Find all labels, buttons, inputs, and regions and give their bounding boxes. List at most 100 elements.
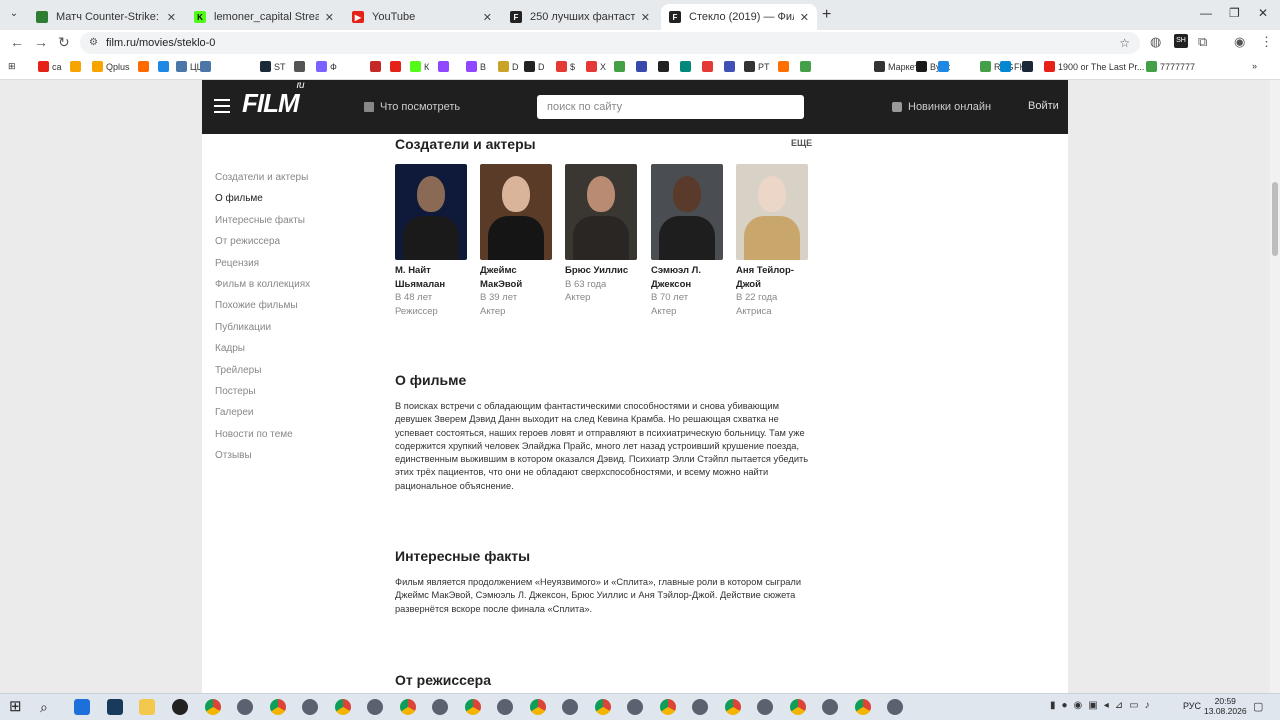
bookmark-item[interactable] — [724, 61, 738, 72]
chrome-app-icon[interactable] — [465, 699, 481, 715]
extension-icon[interactable]: SH — [1174, 34, 1188, 48]
browser-menu-icon[interactable]: ⋮ — [1260, 34, 1273, 50]
profile-icon[interactable]: ◉ — [1234, 34, 1245, 50]
bookmark-item[interactable] — [370, 61, 384, 72]
close-icon[interactable]: ✕ — [800, 11, 809, 24]
login-button[interactable]: Войти — [1028, 100, 1059, 112]
language-indicator[interactable]: РУС — [1183, 701, 1201, 711]
sidenav-item[interactable]: Интересные факты — [215, 213, 310, 234]
cast-name[interactable]: Брюс Уиллис — [565, 264, 637, 278]
cast-photo[interactable] — [651, 164, 723, 260]
sidenav-item[interactable]: Постеры — [215, 384, 310, 405]
cast-name[interactable]: Джеймс МакЭвой — [480, 264, 552, 291]
minimize-icon[interactable]: — — [1200, 6, 1212, 20]
chrome-app-icon[interactable] — [790, 699, 806, 715]
bookmark-item[interactable]: 7777777 — [1146, 61, 1195, 72]
bookmark-item[interactable] — [938, 61, 952, 72]
cast-photo[interactable] — [565, 164, 637, 260]
tab-youtube[interactable]: ▶ YouTube ✕ — [344, 4, 500, 30]
bookmark-item[interactable]: К — [410, 61, 429, 72]
translate-icon[interactable]: ◍ — [1150, 34, 1161, 50]
bookmark-item[interactable] — [778, 61, 792, 72]
tab-kick-stream[interactable]: K lemoner_capital Stream - Watch ✕ — [186, 4, 342, 30]
tab-search-icon[interactable]: ⌄ — [6, 6, 22, 22]
chrome-app-icon[interactable] — [400, 699, 416, 715]
nav-new-online[interactable]: Новинки онлайн — [892, 101, 991, 113]
extensions-puzzle-icon[interactable]: ⧉ — [1198, 34, 1207, 50]
back-icon[interactable]: ← — [10, 34, 24, 50]
bookmark-item[interactable] — [390, 61, 404, 72]
sidenav-item[interactable]: Публикации — [215, 320, 310, 341]
windows-start-icon[interactable]: ⊞ — [9, 699, 25, 715]
app-icon[interactable] — [627, 699, 643, 715]
cast-card[interactable]: Сэмюэл Л. Джексон В 70 лет Актер — [651, 164, 723, 318]
reload-icon[interactable]: ↻ — [58, 34, 70, 51]
app-icon[interactable] — [822, 699, 838, 715]
app-icon[interactable] — [302, 699, 318, 715]
app-icon[interactable] — [757, 699, 773, 715]
bookmark-item[interactable] — [138, 61, 152, 72]
bookmark-item[interactable] — [614, 61, 628, 72]
system-clock[interactable]: 20:59 13.08.2026 — [1204, 696, 1247, 716]
tab-top250[interactable]: F 250 лучших фантастических ф ✕ — [502, 4, 658, 30]
sidenav-item[interactable]: О фильме — [215, 191, 310, 212]
bookmark-item[interactable]: В — [466, 61, 486, 72]
sidenav-item[interactable]: Похожие фильмы — [215, 298, 310, 319]
sidenav-item[interactable]: Рецензия — [215, 256, 310, 277]
chrome-app-icon[interactable] — [855, 699, 871, 715]
calculator-app-icon[interactable] — [74, 699, 90, 715]
app-icon[interactable] — [692, 699, 708, 715]
chrome-app-icon[interactable] — [595, 699, 611, 715]
apps-grid-icon[interactable]: ⊞ — [8, 61, 16, 72]
bookmark-item[interactable] — [658, 61, 672, 72]
cast-name[interactable]: М. Найт Шьямалан — [395, 264, 467, 291]
forward-icon[interactable]: → — [34, 34, 48, 50]
page-scrollbar[interactable] — [1270, 80, 1280, 693]
cast-card[interactable]: Брюс Уиллис В 63 года Актер — [565, 164, 637, 305]
sidenav-item[interactable]: Фильм в коллекциях — [215, 277, 310, 298]
close-icon[interactable]: ✕ — [167, 11, 176, 24]
sidenav-item[interactable]: Создатели и актеры — [215, 170, 310, 191]
search-icon[interactable]: ⌕ — [40, 699, 56, 715]
app-icon[interactable] — [562, 699, 578, 715]
cast-more-link[interactable]: ЕЩЕ — [791, 138, 812, 148]
nav-what-to-watch[interactable]: Что посмотреть — [364, 101, 460, 113]
notifications-icon[interactable]: ▢ — [1253, 700, 1263, 713]
chrome-app-icon[interactable] — [725, 699, 741, 715]
bookmark-item[interactable]: Ф — [316, 61, 337, 72]
window-close-icon[interactable]: ✕ — [1258, 6, 1268, 20]
cast-name[interactable]: Сэмюэл Л. Джексон — [651, 264, 723, 291]
cast-photo[interactable] — [395, 164, 467, 260]
site-info-icon[interactable]: ⚙ — [89, 32, 98, 54]
sidenav-item[interactable]: Новости по теме — [215, 427, 310, 448]
tab-steklo[interactable]: F Стекло (2019) — Фильм.ру ✕ — [661, 4, 817, 30]
app-icon[interactable] — [887, 699, 903, 715]
bookmark-item[interactable] — [200, 61, 214, 72]
hamburger-menu-icon[interactable] — [214, 99, 230, 113]
url-field[interactable]: ⚙ film.ru/movies/steklo-0 ☆ — [80, 32, 1140, 54]
tray-icons[interactable]: ▮●◉▣◂⊿▭♪ — [1050, 700, 1156, 711]
chrome-app-icon[interactable] — [530, 699, 546, 715]
bookmark-item[interactable]: ST — [260, 61, 286, 72]
app-icon[interactable] — [497, 699, 513, 715]
restore-icon[interactable]: ❐ — [1229, 6, 1240, 20]
bookmark-item[interactable] — [294, 61, 308, 72]
bookmark-item[interactable] — [158, 61, 172, 72]
cast-photo[interactable] — [480, 164, 552, 260]
steam-app-icon[interactable] — [172, 699, 188, 715]
app-icon[interactable] — [237, 699, 253, 715]
site-search-input[interactable]: поиск по сайту — [537, 95, 804, 119]
app-icon[interactable] — [107, 699, 123, 715]
sidenav-item[interactable]: Галереи — [215, 405, 310, 426]
cast-name[interactable]: Аня Тейлор-Джой — [736, 264, 808, 291]
new-tab-button[interactable]: + — [822, 6, 831, 24]
chrome-app-icon[interactable] — [205, 699, 221, 715]
bookmark-item[interactable]: X — [586, 61, 606, 72]
cast-photo[interactable] — [736, 164, 808, 260]
close-icon[interactable]: ✕ — [641, 11, 650, 24]
cast-card[interactable]: Джеймс МакЭвой В 39 лет Актер — [480, 164, 552, 318]
file-explorer-icon[interactable] — [139, 699, 155, 715]
scrollbar-thumb[interactable] — [1272, 182, 1278, 256]
bookmark-item[interactable]: Маркет — [874, 61, 918, 72]
bookmark-item[interactable] — [438, 61, 452, 72]
